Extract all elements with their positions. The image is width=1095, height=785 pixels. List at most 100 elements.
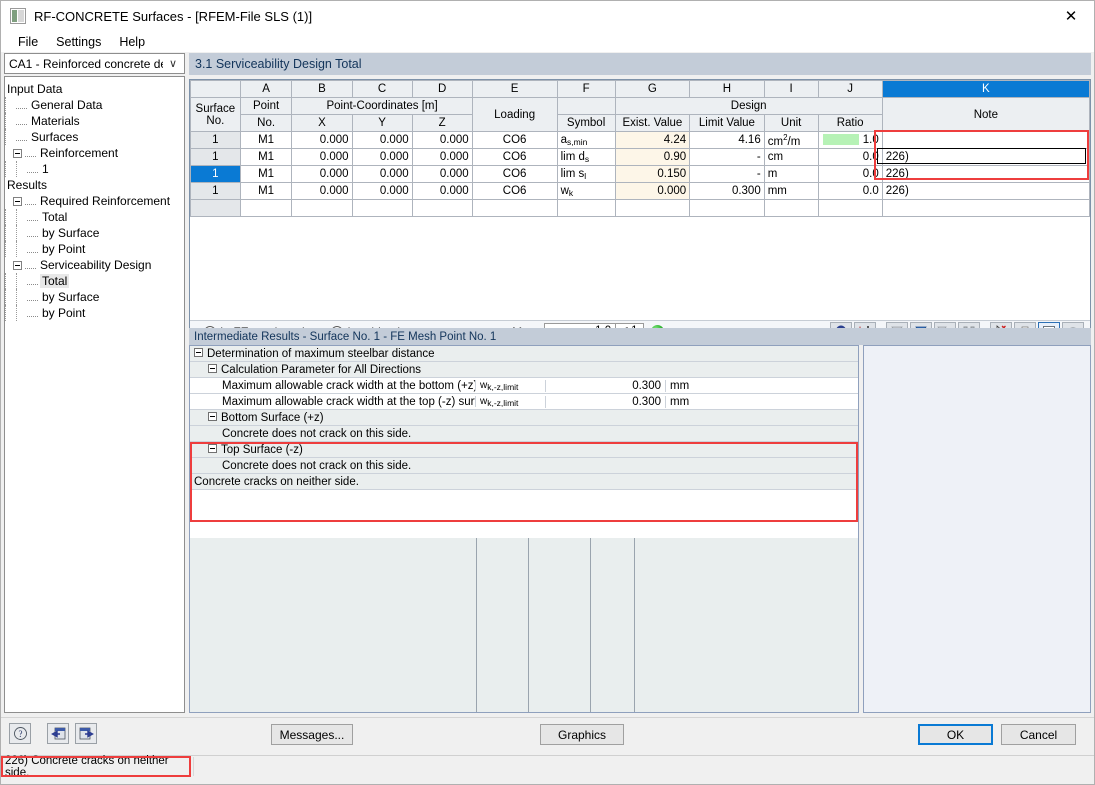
sidebar-item-total[interactable]: Total — [5, 209, 184, 225]
row-header-empty[interactable] — [191, 200, 241, 217]
collapse-minus-icon[interactable] — [208, 444, 217, 453]
cell-empty[interactable] — [764, 200, 818, 217]
cell-y[interactable]: 0.000 — [352, 183, 412, 200]
cell-exist-value[interactable]: 0.000 — [615, 183, 690, 200]
cell-empty[interactable] — [472, 200, 557, 217]
cell-symbol[interactable]: as,min — [557, 132, 615, 149]
graphics-button[interactable]: Graphics — [540, 724, 624, 745]
row-header-surface-no[interactable]: 1 — [191, 183, 241, 200]
cell-empty[interactable] — [292, 200, 352, 217]
messages-button[interactable]: Messages... — [271, 724, 353, 745]
cell-point-no[interactable]: M1 — [240, 166, 292, 183]
column-header-C[interactable]: C — [352, 81, 412, 98]
cell-unit[interactable]: mm — [764, 183, 818, 200]
cell-symbol[interactable]: wk — [557, 183, 615, 200]
sidebar-item-materials[interactable]: Materials — [5, 113, 184, 129]
column-header-row[interactable] — [191, 81, 241, 98]
table-row[interactable]: 1M10.0000.0000.000CO6as,min4.244.16cm2/m… — [191, 132, 1090, 149]
collapse-minus-icon[interactable] — [13, 261, 22, 270]
cell-x[interactable]: 0.000 — [292, 166, 352, 183]
sidebar-item-input-data[interactable]: Input Data — [5, 81, 184, 97]
row-header-surface-no[interactable]: 1 — [191, 132, 241, 149]
column-header-A[interactable]: A — [240, 81, 292, 98]
column-header-G[interactable]: G — [615, 81, 690, 98]
cell-empty[interactable] — [690, 200, 765, 217]
cell-loading[interactable]: CO6 — [472, 166, 557, 183]
cell-loading[interactable]: CO6 — [472, 183, 557, 200]
cell-z[interactable]: 0.000 — [412, 149, 472, 166]
table-row-empty[interactable] — [191, 200, 1090, 217]
intermediate-value[interactable]: 0.300 — [545, 396, 665, 408]
intermediate-row[interactable]: Concrete cracks on neither side. — [190, 474, 858, 490]
cell-empty[interactable] — [818, 200, 882, 217]
column-header-H[interactable]: H — [690, 81, 765, 98]
table-row[interactable]: 1M10.0000.0000.000CO6wk0.0000.300mm0.022… — [191, 183, 1090, 200]
intermediate-row[interactable]: Top Surface (-z) — [190, 442, 858, 458]
column-header-B[interactable]: B — [292, 81, 352, 98]
cell-ratio[interactable]: 0.0 — [818, 166, 882, 183]
cell-empty[interactable] — [615, 200, 690, 217]
cell-limit-value[interactable]: 4.16 — [690, 132, 765, 149]
sidebar-item-by-surface[interactable]: by Surface — [5, 225, 184, 241]
cell-loading[interactable]: CO6 — [472, 132, 557, 149]
cell-empty[interactable] — [352, 200, 412, 217]
navigator-tree[interactable]: Input DataGeneral DataMaterialsSurfacesR… — [4, 76, 185, 713]
sidebar-item-results[interactable]: Results — [5, 177, 184, 193]
intermediate-row[interactable]: Determination of maximum steelbar distan… — [190, 346, 858, 362]
previous-view-icon[interactable] — [47, 723, 69, 744]
cell-z[interactable]: 0.000 — [412, 166, 472, 183]
sidebar-item-general-data[interactable]: General Data — [5, 97, 184, 113]
collapse-minus-icon[interactable] — [208, 364, 217, 373]
sidebar-item-by-point[interactable]: by Point — [5, 305, 184, 321]
cell-point-no[interactable]: M1 — [240, 149, 292, 166]
column-header-J[interactable]: J — [818, 81, 882, 98]
cell-limit-value[interactable]: 0.300 — [690, 183, 765, 200]
cell-ratio[interactable]: 0.0 — [818, 183, 882, 200]
cell-note[interactable]: 226) — [882, 166, 1089, 183]
cell-empty[interactable] — [412, 200, 472, 217]
intermediate-row[interactable]: Maximum allowable crack width at the bot… — [190, 378, 858, 394]
cell-y[interactable]: 0.000 — [352, 132, 412, 149]
design-case-combobox[interactable]: CA1 - Reinforced concrete desi ∨ — [4, 53, 185, 74]
column-header-E[interactable]: E — [472, 81, 557, 98]
intermediate-row[interactable]: Calculation Parameter for All Directions — [190, 362, 858, 378]
cell-point-no[interactable]: M1 — [240, 132, 292, 149]
row-header-surface-no[interactable]: 1 — [191, 166, 241, 183]
sidebar-item-required-reinforcement[interactable]: Required Reinforcement — [5, 193, 184, 209]
cell-empty[interactable] — [882, 200, 1089, 217]
column-header-I[interactable]: I — [764, 81, 818, 98]
menu-item-settings[interactable]: Settings — [47, 33, 110, 51]
intermediate-value[interactable]: 0.300 — [545, 380, 665, 392]
collapse-minus-icon[interactable] — [208, 412, 217, 421]
help-question-icon[interactable]: ? — [9, 723, 31, 744]
cell-z[interactable]: 0.000 — [412, 132, 472, 149]
cell-z[interactable]: 0.000 — [412, 183, 472, 200]
sidebar-item-serviceability-design[interactable]: Serviceability Design — [5, 257, 184, 273]
cell-x[interactable]: 0.000 — [292, 132, 352, 149]
cell-exist-value[interactable]: 0.90 — [615, 149, 690, 166]
cell-limit-value[interactable]: - — [690, 149, 765, 166]
cell-unit[interactable]: m — [764, 166, 818, 183]
sidebar-item-total[interactable]: Total — [5, 273, 184, 289]
collapse-minus-icon[interactable] — [13, 197, 22, 206]
cancel-button[interactable]: Cancel — [1001, 724, 1076, 745]
intermediate-results-table[interactable]: Determination of maximum steelbar distan… — [189, 345, 859, 713]
column-header-F[interactable]: F — [557, 81, 615, 98]
sidebar-item-reinforcement[interactable]: Reinforcement — [5, 145, 184, 161]
cell-note[interactable]: 226) — [882, 183, 1089, 200]
cell-exist-value[interactable]: 0.150 — [615, 166, 690, 183]
intermediate-row[interactable]: Concrete does not crack on this side. — [190, 458, 858, 474]
cell-empty[interactable] — [240, 200, 292, 217]
cell-y[interactable]: 0.000 — [352, 149, 412, 166]
cell-symbol[interactable]: lim sl — [557, 166, 615, 183]
close-icon[interactable]: ✕ — [1048, 1, 1094, 31]
results-table-container[interactable]: ABCDEFGHIJKSurfaceNo.PointPoint-Coordina… — [189, 79, 1091, 341]
cell-unit[interactable]: cm — [764, 149, 818, 166]
collapse-minus-icon[interactable] — [13, 149, 22, 158]
table-row[interactable]: 1M10.0000.0000.000CO6lim sl0.150-m0.0226… — [191, 166, 1090, 183]
cell-y[interactable]: 0.000 — [352, 166, 412, 183]
row-header-surface-no[interactable]: 1 — [191, 149, 241, 166]
next-view-icon[interactable] — [75, 723, 97, 744]
ok-button[interactable]: OK — [918, 724, 993, 745]
menu-item-help[interactable]: Help — [110, 33, 154, 51]
